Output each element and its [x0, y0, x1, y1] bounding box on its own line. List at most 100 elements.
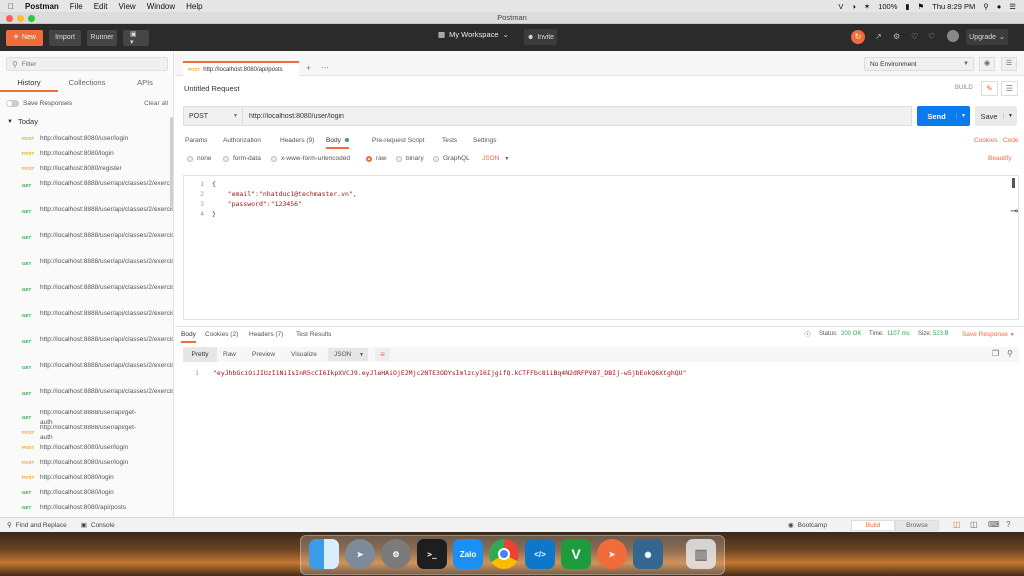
help-icon[interactable]: ? — [1006, 520, 1010, 529]
save-response-button[interactable]: Save Response ▼ — [962, 331, 1015, 338]
new-button[interactable]: + New — [6, 29, 43, 46]
bootcamp-button[interactable]: ◉ Bootcamp — [788, 521, 827, 530]
cookies-link[interactable]: Cookies — [974, 137, 997, 144]
tab-tests[interactable]: Tests — [442, 137, 457, 144]
format-select[interactable]: JSON ▼ — [482, 155, 509, 162]
history-item[interactable]: POST http://localhost:8080/user/login — [0, 440, 173, 455]
time-value[interactable]: 1107 ms — [887, 331, 910, 337]
wifi-icon[interactable]: ◑ — [851, 2, 856, 11]
find-replace-button[interactable]: ⚲ Find and Replace — [7, 521, 67, 530]
tab-pre-request-script[interactable]: Pre-request Script — [372, 137, 424, 144]
menu-help[interactable]: Help — [186, 2, 202, 11]
filter-box[interactable]: ⚲ — [6, 57, 168, 71]
sync-icon[interactable]: ↻ — [851, 30, 865, 44]
tab-authorization[interactable]: Authorization — [223, 137, 261, 144]
response-body[interactable]: 1 "eyJhbGciOiJIUzI1NiIsInR5cCI6IkpXVCJ9.… — [183, 366, 1019, 516]
finder-icon[interactable] — [309, 539, 339, 569]
history-item[interactable]: POST http://localhost:8080/register — [0, 161, 173, 176]
size-value[interactable]: 523 B — [933, 331, 949, 337]
invite-button[interactable]: ☻ Invite — [524, 29, 557, 45]
filter-input[interactable] — [21, 60, 152, 68]
view-preview[interactable]: Preview — [252, 347, 275, 362]
chrome-icon[interactable] — [489, 539, 519, 569]
save-button[interactable]: Save ▼ — [975, 106, 1017, 126]
battery-icon[interactable]: ▮ — [905, 2, 909, 11]
copy-icon[interactable]: ❐ — [992, 349, 999, 358]
browse-mode-button[interactable]: Browse — [895, 520, 939, 531]
sliders-icon[interactable]: ☰ — [1001, 57, 1017, 71]
edit-icon[interactable]: ✎ — [981, 81, 998, 96]
new-window-button[interactable]: ▣ ▾ — [123, 29, 149, 46]
zalo-icon[interactable]: Zalo — [453, 539, 483, 569]
more-tabs-icon[interactable]: ⋯ — [321, 63, 329, 72]
terminal-icon[interactable]: >_ — [417, 539, 447, 569]
radio-form-data[interactable]: form-data — [223, 155, 261, 162]
history-group-today[interactable]: ▼ Today — [7, 117, 38, 126]
history-item[interactable]: GET http://localhost:8888/user/api/get-au… — [0, 410, 173, 425]
resize-handle[interactable]: ⊸ — [1010, 206, 1018, 217]
clear-all-button[interactable]: Clear all — [144, 100, 168, 107]
radio-graphql[interactable]: GraphQL — [433, 155, 470, 162]
history-item[interactable]: POST http://localhost:8080/login — [0, 146, 173, 161]
eye-icon[interactable]: ◉ — [979, 57, 995, 71]
avatar[interactable] — [947, 30, 959, 42]
status-value[interactable]: 200 OK — [841, 331, 861, 337]
wrap-lines-icon[interactable]: ≡ — [375, 348, 390, 361]
tab-params[interactable]: Params — [185, 137, 207, 144]
settings-icon[interactable]: ⚙ — [893, 32, 900, 41]
trash-icon[interactable]: ▥ — [686, 539, 716, 569]
menu-edit[interactable]: Edit — [94, 2, 108, 11]
launchpad-icon[interactable]: ➤ — [345, 539, 375, 569]
history-item[interactable]: GET http://localhost:8888/user/api/classe… — [0, 176, 173, 202]
method-select[interactable]: POST ▼ — [183, 106, 243, 126]
battery-percent[interactable]: 100% — [878, 2, 897, 11]
history-item[interactable]: GET http://localhost:8888/user/api/classe… — [0, 228, 173, 254]
editor-scrollbar[interactable] — [1012, 178, 1015, 188]
control-center-icon[interactable]: ☰ — [1009, 2, 1016, 11]
request-name[interactable]: Untitled Request — [184, 84, 239, 93]
tab-body[interactable]: Body — [326, 137, 349, 149]
bluetooth-icon[interactable]: ✶ — [864, 2, 870, 11]
apple-icon[interactable]:  — [8, 2, 14, 11]
history-item[interactable]: GET http://localhost:8888/user/api/classe… — [0, 358, 173, 384]
spotlight-icon[interactable]: ⚲ — [983, 2, 989, 11]
heart-icon[interactable]: ♡ — [928, 32, 935, 41]
menu-view[interactable]: View — [118, 2, 135, 11]
history-item[interactable]: POST http://localhost:8080/user/login — [0, 131, 173, 146]
user-icon[interactable]: ● — [997, 2, 1002, 11]
history-item[interactable]: POST http://localhost:8888/user/api/get-a… — [0, 425, 173, 440]
zoom-window-button[interactable] — [28, 15, 35, 22]
response-token[interactable]: "eyJhbGciOiJIUzI1NiIsInR5cCI6IkpXVCJ9.ey… — [213, 369, 687, 377]
two-pane-icon[interactable]: ◫ — [970, 520, 978, 529]
tab-settings[interactable]: Settings — [473, 137, 497, 144]
docs-icon[interactable]: ☰ — [1001, 81, 1018, 96]
chevron-down-icon[interactable]: ▼ — [1003, 113, 1017, 119]
sidebar-scrollbar[interactable] — [170, 117, 173, 207]
menu-file[interactable]: File — [70, 2, 83, 11]
tab-apis[interactable]: APIs — [116, 75, 173, 92]
add-tab-icon[interactable]: + — [306, 63, 311, 73]
chevron-down-icon[interactable]: ▼ — [956, 113, 970, 119]
history-item[interactable]: GET http://localhost:8080/login — [0, 485, 173, 500]
view-pretty[interactable]: Pretty — [183, 347, 217, 362]
vim-icon[interactable]: V — [561, 539, 591, 569]
radio-none[interactable]: none — [187, 155, 211, 162]
clock[interactable]: Thu 8:29 PM — [932, 2, 975, 11]
vscode-icon[interactable]: </> — [525, 539, 555, 569]
response-format-select[interactable]: JSON ▼ — [328, 348, 368, 361]
view-raw[interactable]: Raw — [223, 347, 236, 362]
flag-icon[interactable]: ⚑ — [918, 2, 925, 11]
tab-history[interactable]: History — [0, 75, 58, 92]
history-item[interactable]: POST http://localhost:8080/user/login — [0, 455, 173, 470]
radio-raw[interactable]: raw — [366, 155, 386, 162]
runner-button[interactable]: Runner — [87, 29, 117, 46]
save-responses-toggle[interactable] — [6, 99, 19, 107]
response-tab-test-results[interactable]: Test Results — [296, 331, 331, 338]
code-link[interactable]: Code — [1003, 137, 1019, 144]
history-item[interactable]: GET http://localhost:8888/user/api/classe… — [0, 306, 173, 332]
response-tab-headers[interactable]: Headers (7) — [249, 331, 283, 338]
capture-icon[interactable]: ↗ — [875, 32, 882, 41]
pgadmin-icon[interactable]: ◉ — [633, 539, 663, 569]
upgrade-button[interactable]: Upgrade ⌄ — [966, 29, 1008, 45]
history-item[interactable]: GET http://localhost:8888/user/api/classe… — [0, 384, 173, 410]
